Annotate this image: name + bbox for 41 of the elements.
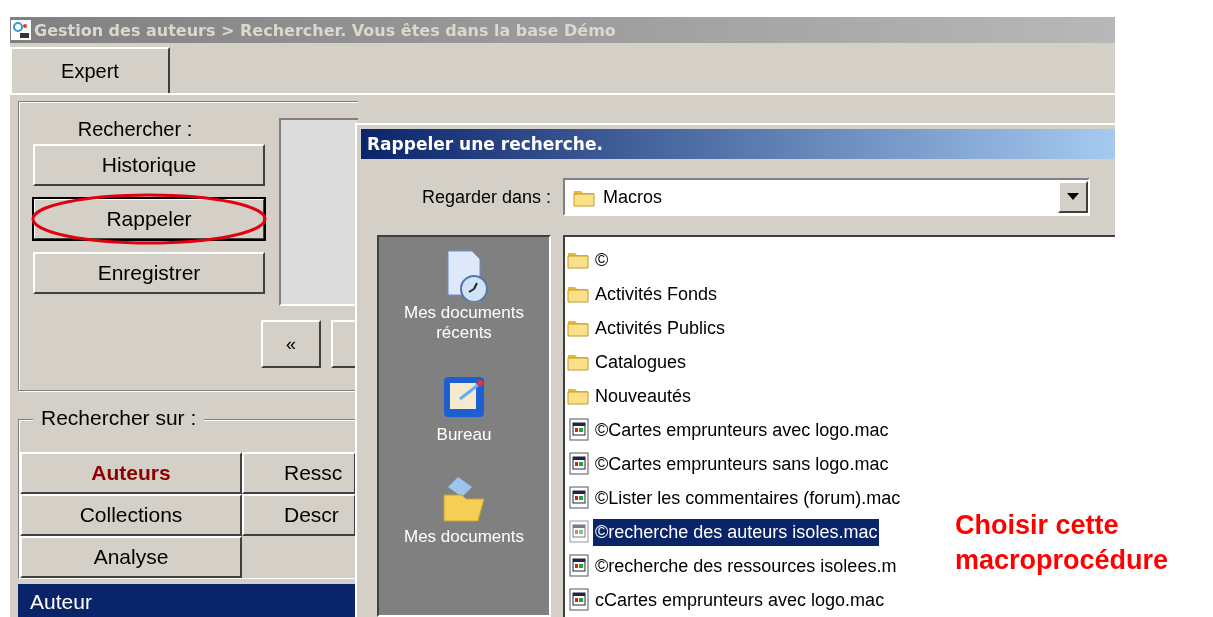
search-button[interactable]: Rappeler bbox=[33, 198, 265, 240]
file-item[interactable]: ©Lister les commentaires (forum).mac bbox=[593, 484, 903, 512]
category-button[interactable]: Auteurs bbox=[20, 452, 242, 494]
nav-button[interactable]: « bbox=[261, 320, 321, 368]
annotation-text: Choisir cette macroprocédure bbox=[955, 509, 1170, 577]
file-item[interactable]: ©recherche des auteurs isoles.mac bbox=[593, 518, 880, 546]
macro-file-icon bbox=[567, 520, 591, 544]
file-item[interactable]: Activités Publics bbox=[593, 314, 728, 342]
category-button[interactable]: Ressc bbox=[242, 452, 356, 494]
macro-file-icon bbox=[567, 588, 591, 612]
place-link[interactable]: Bureau bbox=[384, 425, 544, 445]
file-item[interactable]: ©Cartes emprunteurs sans logo.mac bbox=[593, 450, 891, 478]
file-item[interactable]: ©Cartes emprunteurs avec logo.mac bbox=[593, 416, 891, 444]
file-item[interactable]: Nouveautés bbox=[593, 382, 694, 410]
place-link[interactable]: Mes documents bbox=[384, 527, 544, 547]
file-item[interactable]: Catalogues bbox=[593, 348, 689, 376]
category-button[interactable]: Analyse bbox=[20, 536, 242, 578]
dropdown-arrow-button[interactable] bbox=[1058, 181, 1088, 214]
window-title: Gestion des auteurs > Rechercher. Vous êtes dans la base Démo bbox=[34, 20, 616, 40]
search-button[interactable]: Historique bbox=[33, 144, 265, 186]
list-row[interactable]: Auteur bbox=[18, 584, 358, 617]
category-button[interactable]: Descr bbox=[242, 494, 356, 536]
dialog-title: Rappeler une recherche. bbox=[361, 129, 1115, 160]
section-label: Rechercher : bbox=[76, 118, 194, 142]
macro-file-icon bbox=[567, 418, 591, 442]
file-item[interactable]: ©recherche des ressources isolees.m bbox=[593, 552, 899, 580]
macro-file-icon bbox=[567, 554, 591, 578]
tab[interactable]: Expert bbox=[10, 47, 170, 93]
search-button[interactable]: Enregistrer bbox=[33, 252, 265, 294]
macro-file-icon bbox=[567, 486, 591, 510]
folder-dropdown[interactable]: Macros bbox=[563, 178, 1090, 217]
category-button[interactable]: Collections bbox=[20, 494, 242, 536]
file-item[interactable]: © bbox=[593, 246, 611, 274]
file-item[interactable]: Activités Fonds bbox=[593, 280, 720, 308]
app-logo-icon bbox=[10, 19, 32, 41]
dropdown-value: Macros bbox=[603, 186, 663, 208]
macro-file-icon bbox=[567, 452, 591, 476]
caret-icon bbox=[1067, 193, 1079, 202]
place-link[interactable]: Mes documents récents bbox=[384, 303, 544, 343]
field-label: Regarder dans : bbox=[420, 186, 552, 208]
file-item[interactable]: cCartes emprunteurs avec logo.mac bbox=[593, 586, 887, 614]
